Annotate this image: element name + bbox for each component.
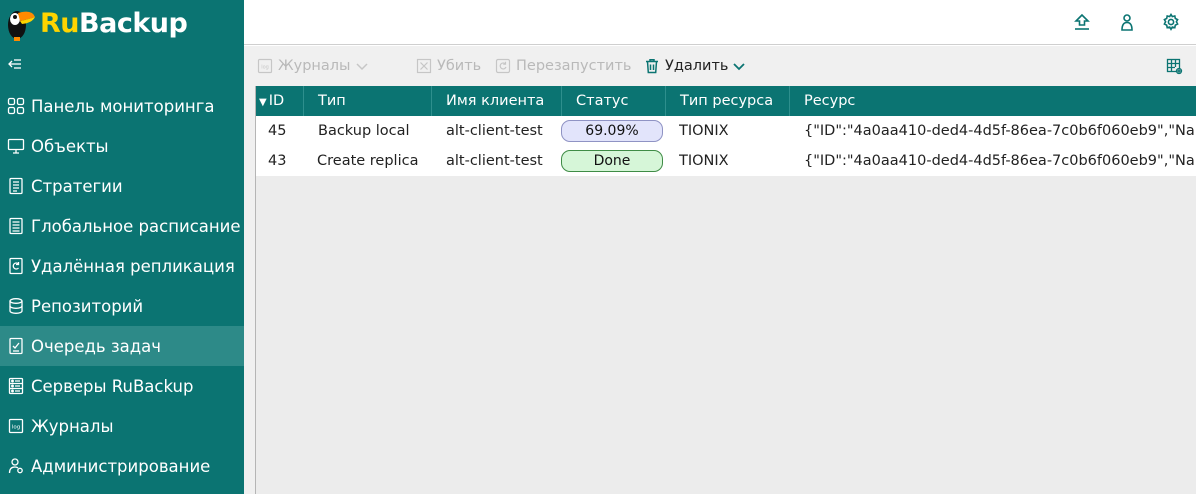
chevron-down-icon xyxy=(355,63,368,71)
collapse-sidebar-icon[interactable] xyxy=(7,56,23,72)
sidebar-item-label: Журналы xyxy=(31,416,114,436)
sidebar-item-label: Репозиторий xyxy=(31,296,144,316)
top-bar xyxy=(244,0,1196,45)
schedule-icon xyxy=(7,217,25,235)
trash-icon xyxy=(646,59,658,74)
svg-text:log: log xyxy=(12,425,20,431)
database-icon xyxy=(7,297,25,315)
sidebar-item-label: Серверы RuBackup xyxy=(31,376,194,396)
sidebar: RuBackup Панель мониторинга Объекты Стра… xyxy=(0,0,244,494)
sidebar-item-label: Удалённая репликация xyxy=(31,256,235,276)
sidebar-item-remote-replication[interactable]: Удалённая репликация xyxy=(0,246,244,286)
toucan-logo-icon xyxy=(8,11,35,41)
cell-resource-type: TIONIX xyxy=(679,123,729,139)
toolbar: log Журналы Убить Перезапустить Удалить xyxy=(244,46,1196,86)
delete-button[interactable]: Удалить xyxy=(644,56,751,76)
column-header-resource-type[interactable]: Тип ресурса xyxy=(666,86,790,116)
restart-button[interactable]: Перезапустить xyxy=(495,56,631,76)
chevron-down-icon xyxy=(733,63,746,71)
table-row[interactable]: 43 Create replica alt-client-test Done T… xyxy=(256,146,1196,176)
column-header-status[interactable]: Статус xyxy=(562,86,666,116)
cell-id: 43 xyxy=(268,153,287,169)
delete-button-label: Удалить xyxy=(665,58,729,74)
sidebar-item-repository[interactable]: Репозиторий xyxy=(0,286,244,326)
content-area: ▼ ID Тип Имя клиента Статус Тип ресурса Р… xyxy=(244,86,1196,494)
sidebar-item-objects[interactable]: Объекты xyxy=(0,126,244,166)
column-header-id[interactable]: ▼ ID xyxy=(256,86,304,116)
journals-button[interactable]: log Журналы xyxy=(257,56,374,76)
sidebar-item-task-queue[interactable]: Очередь задач xyxy=(0,326,244,366)
task-queue-icon xyxy=(7,337,25,355)
cell-client: alt-client-test xyxy=(446,123,543,139)
sidebar-item-label: Администрирование xyxy=(31,456,211,476)
column-header-type[interactable]: Тип xyxy=(304,86,432,116)
sidebar-item-journals[interactable]: log Журналы xyxy=(0,406,244,446)
logo-text: RuBackup xyxy=(40,7,188,39)
sidebar-item-global-schedule[interactable]: Глобальное расписание xyxy=(0,206,244,246)
cell-type: Backup local xyxy=(318,123,410,139)
column-header-resource[interactable]: Ресурс xyxy=(790,86,1196,116)
replication-icon xyxy=(7,257,25,275)
logo: RuBackup xyxy=(4,2,188,44)
sidebar-item-label: Очередь задач xyxy=(31,336,162,356)
restart-icon xyxy=(495,58,511,74)
log-icon: log xyxy=(7,417,25,435)
sidebar-item-label: Объекты xyxy=(31,136,109,156)
restart-button-label: Перезапустить xyxy=(516,58,632,74)
task-queue-table: ▼ ID Тип Имя клиента Статус Тип ресурса Р… xyxy=(255,86,1196,494)
sidebar-item-rubackup-servers[interactable]: Серверы RuBackup xyxy=(0,366,244,406)
admin-icon xyxy=(7,457,25,475)
column-header-client[interactable]: Имя клиента xyxy=(432,86,562,116)
settings-icon[interactable] xyxy=(1161,12,1181,32)
dashboard-icon xyxy=(7,97,25,115)
sidebar-nav: Панель мониторинга Объекты Стратегии Гло… xyxy=(0,86,244,486)
cell-id: 45 xyxy=(268,123,287,139)
user-icon[interactable] xyxy=(1117,12,1137,32)
monitor-icon xyxy=(7,137,25,155)
close-box-icon xyxy=(416,58,432,74)
cell-resource: {"ID":"4a0aa410-ded4-4d5f-86ea-7c0b6f060… xyxy=(804,123,1196,139)
log-icon: log xyxy=(257,58,273,74)
kill-button[interactable]: Убить xyxy=(416,56,481,76)
svg-text:log: log xyxy=(261,65,269,71)
document-icon xyxy=(7,177,25,195)
status-badge: Done xyxy=(561,150,663,172)
sidebar-item-administration[interactable]: Администрирование xyxy=(0,446,244,486)
kill-button-label: Убить xyxy=(437,58,482,74)
journals-button-label: Журналы xyxy=(278,58,351,74)
sidebar-item-monitoring[interactable]: Панель мониторинга xyxy=(0,86,244,126)
sidebar-item-label: Глобальное расписание xyxy=(31,216,241,236)
server-icon xyxy=(7,377,25,395)
status-badge: 69.09% xyxy=(561,120,663,142)
sidebar-item-label: Стратегии xyxy=(31,176,123,196)
table-row[interactable]: 45 Backup local alt-client-test 69.09% T… xyxy=(256,116,1196,146)
table-header: ▼ ID Тип Имя клиента Статус Тип ресурса Р… xyxy=(256,86,1196,116)
table-settings-icon[interactable] xyxy=(1166,56,1188,76)
cell-resource-type: TIONIX xyxy=(679,153,729,169)
cell-resource: {"ID":"4a0aa410-ded4-4d5f-86ea-7c0b6f060… xyxy=(804,153,1196,169)
cell-type: Create replica xyxy=(317,153,419,169)
sidebar-item-label: Панель мониторинга xyxy=(31,96,215,116)
upload-icon[interactable] xyxy=(1072,12,1092,32)
sort-desc-icon: ▼ xyxy=(259,97,267,108)
cell-client: alt-client-test xyxy=(446,153,543,169)
sidebar-item-strategies[interactable]: Стратегии xyxy=(0,166,244,206)
